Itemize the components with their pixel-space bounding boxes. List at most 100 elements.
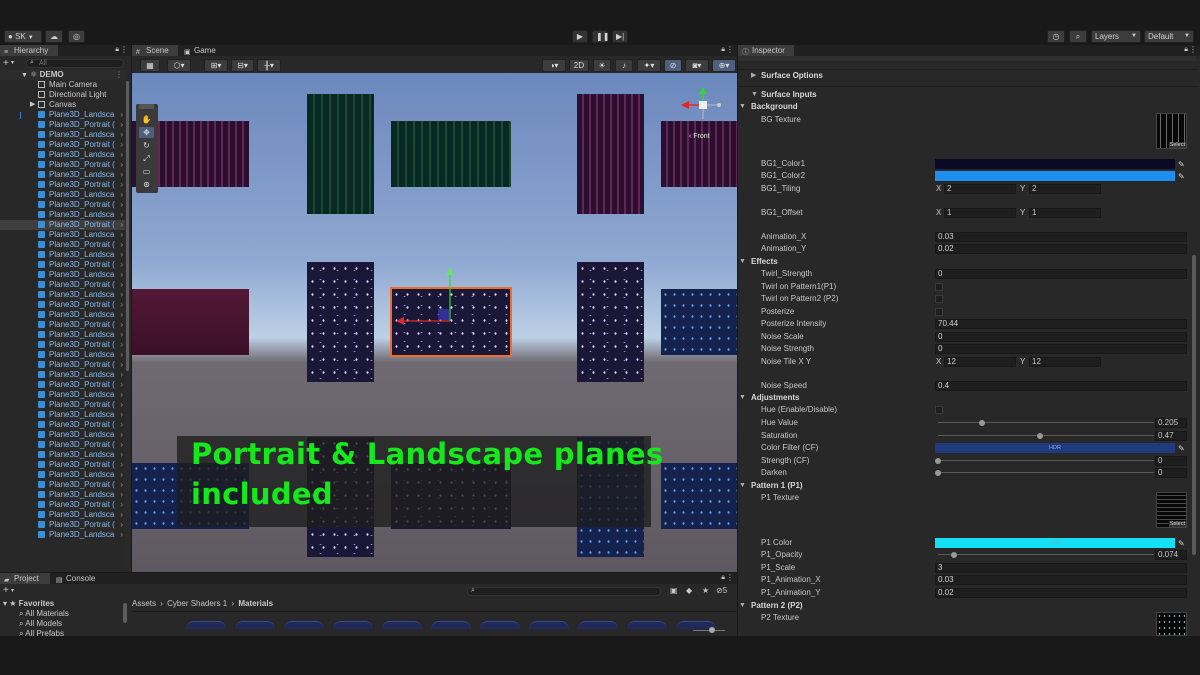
drag-handle[interactable]: [139, 104, 154, 109]
hierarchy-prefab-item[interactable]: Plane3D_Portrait (›: [0, 340, 125, 350]
hierarchy-prefab-item[interactable]: Plane3D_Portrait (›: [0, 500, 125, 510]
eyedropper-icon[interactable]: ✎: [1178, 171, 1185, 183]
tab-game[interactable]: ▣ Game: [180, 45, 220, 56]
background-foldout[interactable]: ▼ Background: [738, 101, 1190, 113]
noise-speed-field[interactable]: 0.4: [935, 381, 1187, 391]
move-tool[interactable]: ✥: [139, 127, 154, 138]
hierarchy-prefab-item[interactable]: Plane3D_Landsca ›: [0, 470, 125, 480]
inspector-scrollbar[interactable]: [1192, 255, 1196, 555]
twirl-strength-field[interactable]: 0: [935, 269, 1187, 279]
lock-icon[interactable]: 🔒︎: [115, 46, 119, 54]
plane-portrait[interactable]: [307, 94, 374, 214]
grid-snap-button[interactable]: ⊞▾: [204, 59, 228, 72]
material-thumbnail[interactable]: [480, 621, 520, 629]
hierarchy-prefab-item[interactable]: Plane3D_Portrait (›: [0, 380, 125, 390]
hierarchy-prefab-item[interactable]: Plane3D_Landsca ›: [0, 130, 125, 140]
cloud-button[interactable]: ☁: [45, 30, 63, 43]
strength-slider[interactable]: [938, 460, 1154, 461]
tab-hierarchy[interactable]: ≡ Hierarchy: [0, 45, 58, 56]
draw-mode-dropdown[interactable]: ▦: [140, 59, 160, 72]
p1-opacity-slider[interactable]: [938, 554, 1154, 555]
pattern2-foldout[interactable]: ▼ Pattern 2 (P2): [738, 600, 1190, 612]
lock-icon[interactable]: 🔒︎: [1184, 46, 1188, 54]
hierarchy-prefab-item[interactable]: Plane3D_Portrait (›: [0, 520, 125, 530]
hierarchy-prefab-item[interactable]: Plane3D_Landsca ›: [0, 450, 125, 460]
p1-opacity-knob[interactable]: [950, 552, 957, 558]
noise-strength-field[interactable]: 0: [935, 344, 1187, 354]
hierarchy-prefab-item[interactable]: Plane3D_Portrait (›: [0, 200, 125, 210]
bg1-color2-swatch[interactable]: [935, 171, 1175, 181]
hierarchy-prefab-item[interactable]: Plane3D_Landsca ›: [0, 370, 125, 380]
tab-inspector[interactable]: ⓘ Inspector: [738, 45, 794, 56]
favorite-item[interactable]: ⌕ All Materials: [19, 609, 69, 619]
p1-anim-x-field[interactable]: 0.03: [935, 575, 1187, 585]
layout-dropdown[interactable]: Default ▼: [1144, 30, 1194, 43]
hierarchy-prefab-item[interactable]: Plane3D_Landsca ›: [0, 510, 125, 520]
hierarchy-prefab-item[interactable]: Plane3D_Portrait (›: [0, 300, 125, 310]
plane-portrait[interactable]: [307, 262, 374, 382]
saturation-knob[interactable]: [1036, 433, 1043, 439]
star-icon[interactable]: ★: [702, 586, 709, 595]
scrollbar-thumb[interactable]: [126, 81, 129, 371]
material-thumbnail[interactable]: [186, 621, 226, 629]
darken-knob[interactable]: [935, 470, 941, 476]
2d-toggle[interactable]: 2D: [569, 59, 589, 72]
hierarchy-prefab-item[interactable]: Plane3D_Portrait (›: [0, 280, 125, 290]
hierarchy-prefab-item[interactable]: Plane3D_Landsca ›: [0, 330, 125, 340]
history-button[interactable]: ◷: [1047, 30, 1065, 43]
hierarchy-prefab-item[interactable]: Plane3D_Portrait (›: [0, 360, 125, 370]
p1-texture-thumbnail[interactable]: Select: [1156, 492, 1187, 528]
material-thumbnail[interactable]: [529, 621, 569, 629]
add-icon[interactable]: +: [3, 58, 9, 69]
scrollbar-thumb[interactable]: [123, 603, 127, 623]
visibility-toggle[interactable]: ⊘: [664, 59, 682, 72]
layers-dropdown[interactable]: Layers ▼: [1091, 30, 1141, 43]
breadcrumb-item[interactable]: Cyber Shaders 1: [167, 599, 227, 608]
hierarchy-scrollbar[interactable]: [125, 79, 130, 569]
filter-type-icon[interactable]: ▣: [670, 586, 678, 595]
material-thumbnail[interactable]: [431, 621, 471, 629]
more-menu-icon[interactable]: ⋮: [726, 45, 734, 54]
pattern1-foldout[interactable]: ▼ Pattern 1 (P1): [738, 480, 1190, 492]
hierarchy-item[interactable]: Main Camera: [0, 80, 125, 90]
hierarchy-prefab-item[interactable]: Plane3D_Landsca ›: [0, 230, 125, 240]
p1-opacity-field[interactable]: 0.074: [1155, 550, 1187, 560]
transform-tool[interactable]: ⊛: [139, 179, 154, 190]
favorite-item[interactable]: ⌕ All Prefabs: [19, 629, 64, 639]
material-thumbnail[interactable]: [333, 621, 373, 629]
strength-knob[interactable]: [935, 458, 941, 464]
offset-x-field[interactable]: 1: [944, 208, 1016, 218]
render-mode-dropdown[interactable]: ⬡▾: [167, 59, 191, 72]
filter-label-icon[interactable]: ◆: [686, 586, 692, 595]
hierarchy-prefab-item[interactable]: Plane3D_Landsca ›: [0, 310, 125, 320]
hierarchy-prefab-item[interactable]: Plane3D_Landsca ›: [0, 430, 125, 440]
project-search-input[interactable]: ⌕: [467, 587, 661, 596]
animation-x-field[interactable]: 0.03: [935, 232, 1187, 242]
tab-scene[interactable]: # Scene: [132, 45, 178, 56]
hierarchy-prefab-item[interactable]: Plane3D_Portrait (›: [0, 460, 125, 470]
camera-dropdown[interactable]: ◙▾: [685, 59, 709, 72]
p2-texture-thumbnail[interactable]: [1156, 612, 1187, 636]
texture-select-button[interactable]: Select: [1168, 142, 1186, 148]
hue-value-field[interactable]: 0.205: [1155, 418, 1187, 428]
hue-toggle-checkbox[interactable]: [935, 406, 943, 414]
tab-console[interactable]: ▤ Console: [52, 573, 100, 584]
material-thumbnail[interactable]: [627, 621, 667, 629]
material-thumbnail[interactable]: [382, 621, 422, 629]
saturation-field[interactable]: 0.47: [1155, 431, 1187, 441]
increment-snap-button[interactable]: ╫▾: [257, 59, 281, 72]
hierarchy-prefab-item[interactable]: Plane3D_Portrait (›: [0, 480, 125, 490]
animation-y-field[interactable]: 0.02: [935, 244, 1187, 254]
hierarchy-prefab-item[interactable]: Plane3D_Portrait (›: [0, 120, 125, 130]
hierarchy-prefab-item[interactable]: Plane3D_Portrait (›: [0, 400, 125, 410]
hierarchy-prefab-item[interactable]: Plane3D_Portrait (›: [0, 260, 125, 270]
plane-portrait[interactable]: [577, 262, 644, 382]
hierarchy-prefab-item[interactable]: Plane3D_Portrait (›: [0, 160, 125, 170]
pause-button[interactable]: ❚❚: [592, 30, 609, 43]
darken-field[interactable]: 0: [1155, 468, 1187, 478]
hierarchy-prefab-item[interactable]: Plane3D_Landsca ›: [0, 530, 125, 540]
darken-slider[interactable]: [938, 472, 1154, 473]
plane-landscape[interactable]: [132, 289, 249, 355]
hierarchy-prefab-item[interactable]: Plane3D_Landsca ›: [0, 390, 125, 400]
noise-tile-x-field[interactable]: 12: [944, 357, 1016, 367]
